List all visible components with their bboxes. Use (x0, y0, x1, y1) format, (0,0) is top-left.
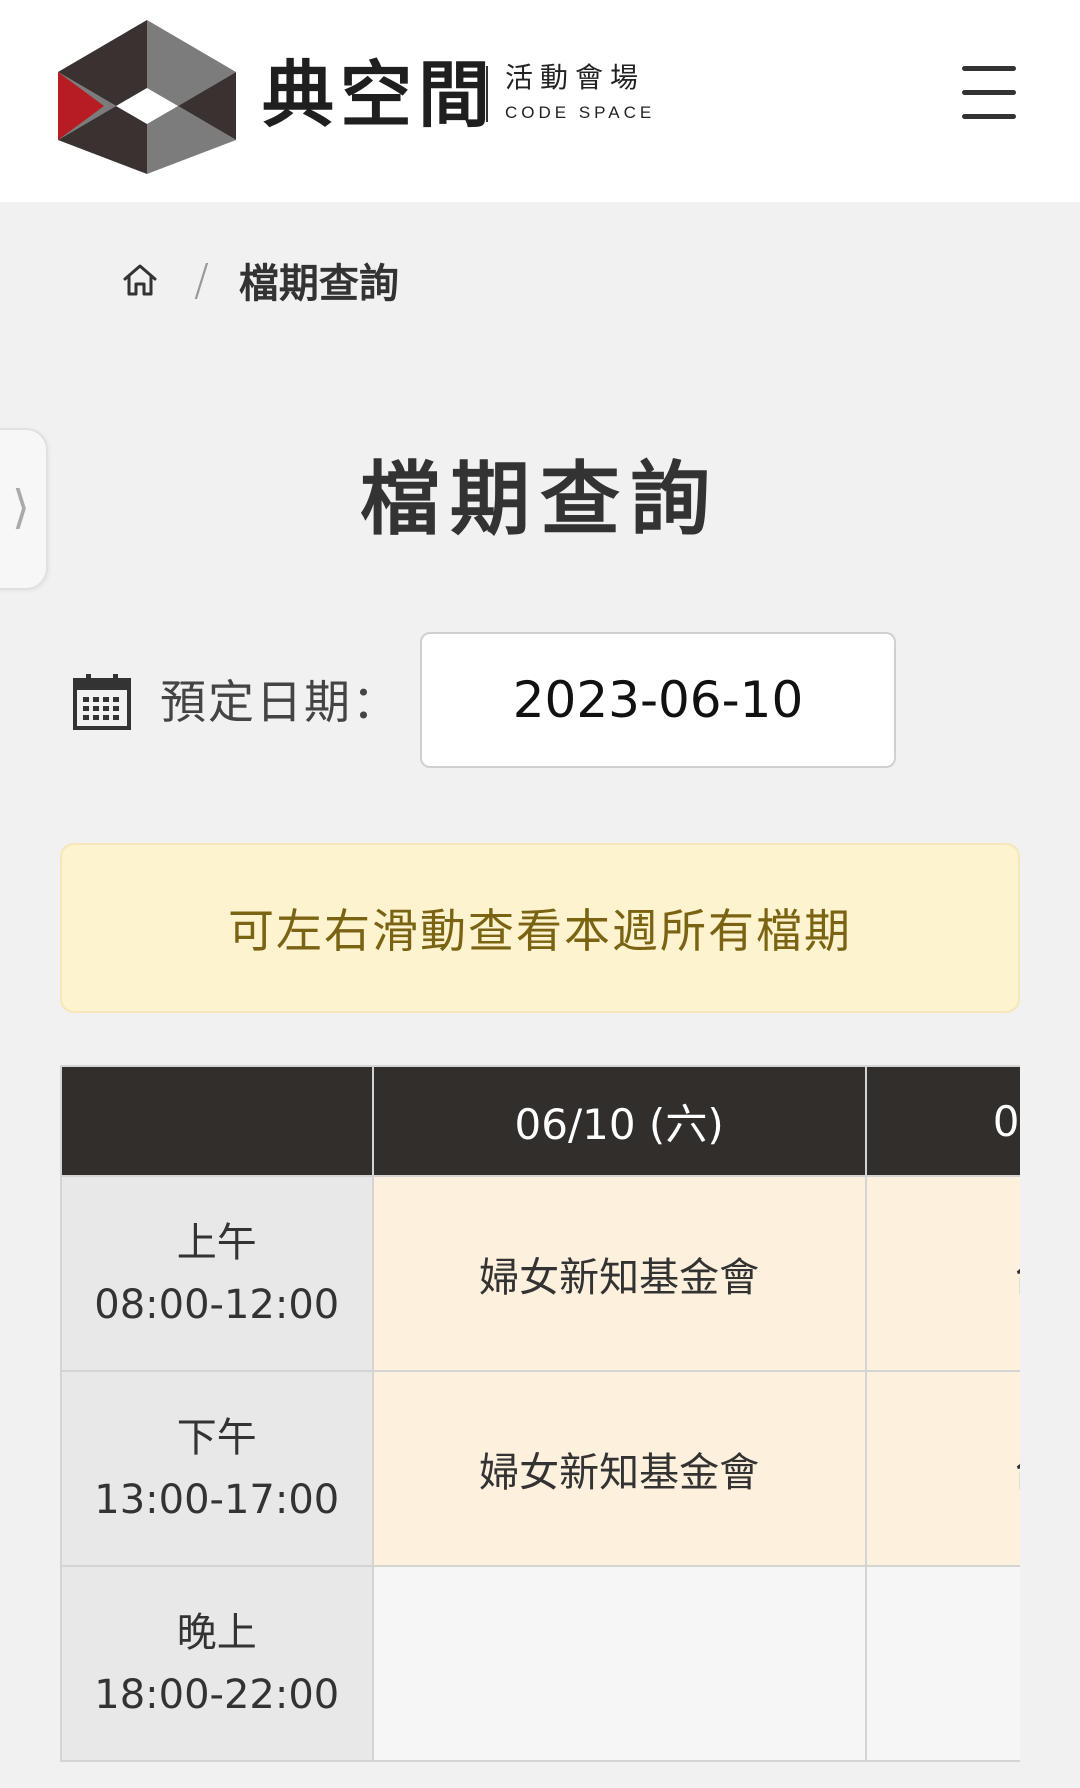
time-slot-cell: 下午 13:00-17:00 (60, 1370, 374, 1567)
calendar-icon (73, 674, 131, 730)
booking-cell[interactable] (371, 1565, 867, 1762)
booking-cell[interactable]: 婦女新知基金會 (371, 1175, 867, 1372)
table-row: 上午 08:00-12:00 婦女新知基金會 台灣 (60, 1175, 1020, 1372)
time-slot-name: 下午 (176, 1414, 257, 1461)
brand-logo-icon[interactable] (58, 20, 236, 174)
hamburger-icon-bar (962, 114, 1016, 119)
scroll-hint-text: 可左右滑動查看本週所有檔期 (228, 904, 852, 958)
breadcrumb: / 檔期查詢 (120, 252, 399, 308)
time-slot-range: 18:00-22:00 (94, 1671, 340, 1718)
date-input[interactable] (420, 632, 896, 768)
table-row: 晚上 18:00-22:00 (60, 1565, 1020, 1762)
column-header-day: 06/10 (六) (371, 1065, 867, 1177)
table-row: 下午 13:00-17:00 婦女新知基金會 台灣 (60, 1370, 1020, 1567)
hamburger-menu-button[interactable] (960, 66, 1018, 120)
brand-subtitle-en: CODE SPACE (505, 103, 656, 122)
time-slot-cell: 晚上 18:00-22:00 (60, 1565, 374, 1762)
schedule-table: 06/10 (六) 06/1 上午 08:00-12:00 婦女新知基金會 台灣… (60, 1065, 1020, 1762)
site-header: 典空間 活動會場 CODE SPACE (0, 0, 1080, 202)
schedule-table-scroller[interactable]: 06/10 (六) 06/1 上午 08:00-12:00 婦女新知基金會 台灣… (60, 1065, 1020, 1763)
brand-name: 典空間 (262, 53, 497, 137)
page-title: 檔期查詢 (360, 453, 720, 546)
column-header-day: 06/1 (864, 1065, 1020, 1177)
time-slot-range: 08:00-12:00 (94, 1281, 340, 1328)
hamburger-icon (962, 66, 1016, 71)
booking-cell[interactable] (864, 1565, 1020, 1762)
breadcrumb-current: 檔期查詢 (238, 261, 399, 307)
time-slot-cell: 上午 08:00-12:00 (60, 1175, 374, 1372)
time-slot-name: 上午 (176, 1219, 257, 1266)
booking-cell[interactable]: 台灣 (864, 1370, 1020, 1567)
home-icon[interactable] (120, 260, 160, 300)
scroll-hint-banner: 可左右滑動查看本週所有檔期 (60, 843, 1020, 1013)
breadcrumb-separator: / (194, 254, 209, 306)
brand-subtitle-cn: 活動會場 (505, 61, 646, 94)
hamburger-icon-bar (962, 90, 1016, 95)
booking-cell[interactable]: 婦女新知基金會 (371, 1370, 867, 1567)
date-label: 預定日期： (160, 675, 400, 729)
brand-divider (486, 66, 488, 122)
booking-cell[interactable]: 台灣 (864, 1175, 1020, 1372)
table-header-row: 06/10 (六) 06/1 (60, 1065, 1020, 1177)
column-header-slot (60, 1065, 374, 1177)
time-slot-range: 13:00-17:00 (94, 1476, 340, 1523)
time-slot-name: 晚上 (176, 1609, 257, 1656)
